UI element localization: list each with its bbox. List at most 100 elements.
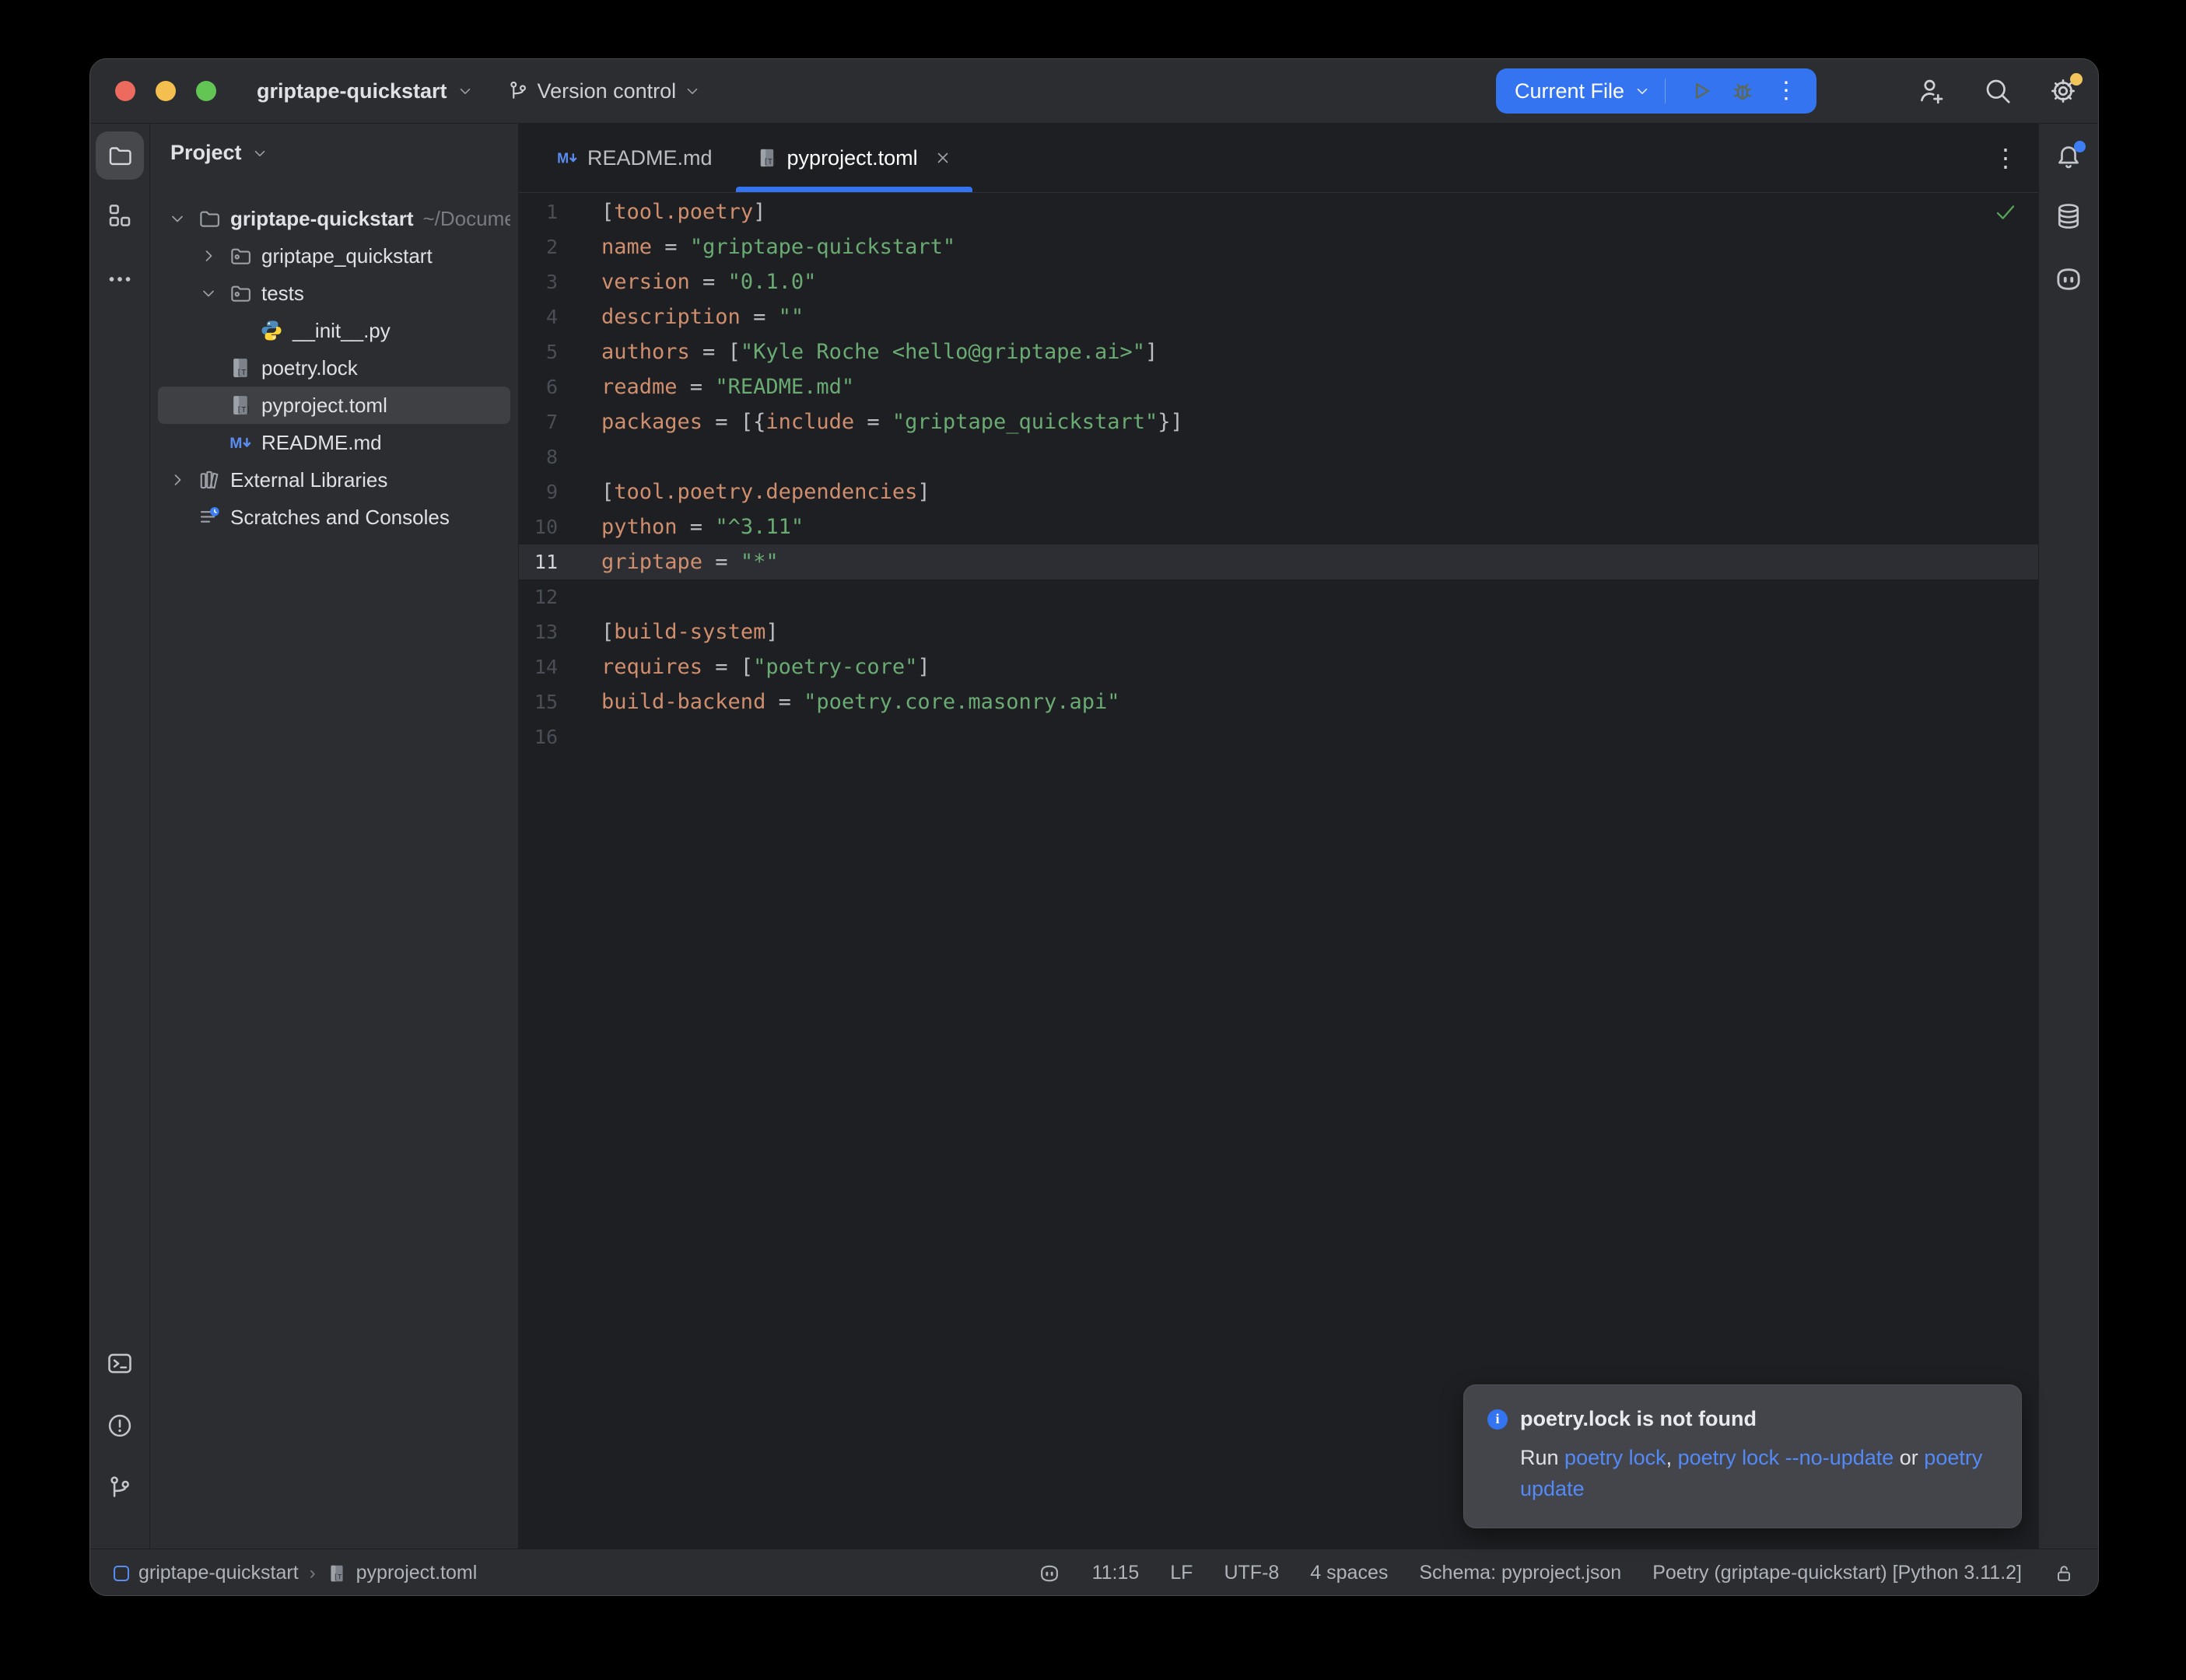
- copilot-status-icon[interactable]: [1038, 1562, 1061, 1585]
- terminal-icon[interactable]: [106, 1349, 134, 1377]
- toml-icon: [T]: [229, 356, 252, 380]
- database-icon[interactable]: [2054, 201, 2083, 231]
- more-run-options-icon[interactable]: ⋮: [1774, 79, 1798, 103]
- svg-text:[T]: [T]: [236, 369, 250, 377]
- tab-pyproject-toml[interactable]: [T] pyproject.toml: [734, 124, 974, 192]
- svg-text:[T]: [T]: [236, 406, 250, 415]
- titlebar-icons: [1918, 76, 2078, 106]
- code-line-10[interactable]: 10 python = "^3.11": [519, 509, 2038, 544]
- left-tool-strip: [90, 124, 150, 1549]
- add-user-icon[interactable]: [1918, 76, 1947, 106]
- notifications-bell-icon[interactable]: [2054, 142, 2083, 172]
- code-line-3[interactable]: 3 version = "0.1.0": [519, 264, 2038, 299]
- code-line-14[interactable]: 14 requires = ["poetry-core"]: [519, 649, 2038, 684]
- run-widget: Current File ⋮: [1496, 68, 1816, 114]
- tree-item-readme-md[interactable]: M README.md: [158, 424, 510, 461]
- chevron-down-icon: [684, 82, 701, 100]
- notification-popup: i poetry.lock is not found Run poetry lo…: [1463, 1384, 2022, 1528]
- code-line-13[interactable]: 13 [build-system]: [519, 614, 2038, 649]
- project-tool-window-button[interactable]: [96, 131, 144, 180]
- code-line-6[interactable]: 6 readme = "README.md": [519, 369, 2038, 404]
- tree-item-label: README.md: [261, 431, 382, 455]
- close-tab-icon[interactable]: [934, 149, 952, 167]
- code-line-16[interactable]: 16: [519, 719, 2038, 754]
- notification-title: poetry.lock is not found: [1520, 1407, 1757, 1431]
- breadcrumb-file[interactable]: pyproject.toml: [356, 1562, 478, 1584]
- ext-lib-icon: [198, 468, 221, 492]
- project-panel-header[interactable]: Project: [170, 141, 268, 165]
- git-branch-icon[interactable]: [106, 1474, 134, 1502]
- info-icon: i: [1487, 1409, 1508, 1430]
- settings-badge: [2070, 73, 2083, 86]
- unlock-icon[interactable]: [2053, 1563, 2075, 1584]
- tree-item-init-py[interactable]: __init__.py: [158, 312, 510, 349]
- folder-icon: [198, 207, 221, 230]
- project-panel-title: Project: [170, 141, 242, 165]
- line-number: 8: [519, 446, 567, 468]
- line-number: 15: [519, 691, 567, 713]
- code-line-4[interactable]: 4 description = "": [519, 299, 2038, 334]
- tree-item-griptape-quickstart[interactable]: griptape-quickstart ~/Docume: [158, 200, 510, 237]
- copilot-icon[interactable]: [2053, 264, 2084, 295]
- close-window-button[interactable]: [115, 81, 135, 101]
- settings-gear-icon[interactable]: [2048, 76, 2078, 106]
- main-area: Project griptape-quickstart ~/Docume gri…: [90, 124, 2098, 1549]
- toml-icon: [T]: [229, 394, 252, 417]
- line-number: 12: [519, 586, 567, 608]
- tree-item-tests[interactable]: tests: [158, 275, 510, 312]
- tree-item-label: Scratches and Consoles: [230, 506, 450, 530]
- code-line-12[interactable]: 12: [519, 579, 2038, 614]
- status-item-utf-8[interactable]: UTF-8: [1224, 1562, 1279, 1584]
- breadcrumb-project[interactable]: griptape-quickstart: [138, 1562, 299, 1584]
- titlebar: griptape-quickstart Version control Curr…: [90, 59, 2098, 124]
- code-line-11[interactable]: 11 griptape = "*": [519, 544, 2038, 579]
- notification-link-poetry-lock-no-update[interactable]: poetry lock --no-update: [1678, 1446, 1894, 1469]
- chevron-down-icon[interactable]: [168, 209, 187, 228]
- tree-item-pyproject-toml[interactable]: [T] pyproject.toml: [158, 387, 510, 424]
- vcs-widget[interactable]: Version control: [506, 79, 702, 103]
- code-line-8[interactable]: 8: [519, 439, 2038, 474]
- tree-item-scratches-and-consoles[interactable]: Scratches and Consoles: [158, 499, 510, 536]
- code-line-7[interactable]: 7 packages = [{include = "griptape_quick…: [519, 404, 2038, 439]
- markdown-icon: M: [556, 147, 578, 169]
- status-item-schema-pyproject-json[interactable]: Schema: pyproject.json: [1419, 1562, 1621, 1584]
- right-tool-strip: [2038, 124, 2098, 1549]
- status-item-11-15[interactable]: 11:15: [1092, 1562, 1140, 1584]
- tree-item-griptape-quickstart[interactable]: griptape_quickstart: [158, 237, 510, 275]
- tab-options-kebab-icon[interactable]: ⋮: [1993, 145, 2018, 170]
- line-number: 9: [519, 481, 567, 503]
- git-branch-icon: [506, 79, 530, 103]
- code-line-15[interactable]: 15 build-backend = "poetry.core.masonry.…: [519, 684, 2038, 719]
- tree-item-label: External Libraries: [230, 468, 387, 492]
- code-line-2[interactable]: 2 name = "griptape-quickstart": [519, 229, 2038, 264]
- tab-readme-md[interactable]: M README.md: [534, 124, 734, 192]
- folder-dot-icon: [229, 282, 252, 305]
- notification-link-poetry-lock[interactable]: poetry lock: [1564, 1446, 1666, 1469]
- project-switcher[interactable]: griptape-quickstart: [257, 79, 474, 103]
- svg-text:[T]: [T]: [763, 158, 776, 166]
- line-number: 3: [519, 271, 567, 293]
- problems-icon[interactable]: [106, 1412, 134, 1440]
- run-configuration-selector[interactable]: Current File: [1515, 79, 1651, 103]
- chevron-down-icon: [457, 82, 474, 100]
- tree-item-external-libraries[interactable]: External Libraries: [158, 461, 510, 499]
- status-item-lf[interactable]: LF: [1170, 1562, 1193, 1584]
- search-icon[interactable]: [1983, 76, 2013, 106]
- debug-icon[interactable]: [1729, 78, 1756, 104]
- run-icon[interactable]: [1687, 78, 1714, 104]
- inspection-ok-check-icon[interactable]: [1993, 199, 2018, 224]
- more-tools-icon[interactable]: [106, 265, 134, 293]
- code-line-1[interactable]: 1 [tool.poetry]: [519, 194, 2038, 229]
- code-line-9[interactable]: 9 [tool.poetry.dependencies]: [519, 474, 2038, 509]
- maximize-window-button[interactable]: [196, 81, 216, 101]
- status-item-4-spaces[interactable]: 4 spaces: [1310, 1562, 1388, 1584]
- status-item-poetry-griptape-quickstart-python-3-11-2[interactable]: Poetry (griptape-quickstart) [Python 3.1…: [1652, 1562, 2022, 1584]
- tree-item-poetry-lock[interactable]: [T] poetry.lock: [158, 349, 510, 387]
- chevron-right-icon[interactable]: [199, 247, 218, 265]
- code-line-5[interactable]: 5 authors = ["Kyle Roche <hello@griptape…: [519, 334, 2038, 369]
- code-editor[interactable]: 1 [tool.poetry] 2 name = "griptape-quick…: [519, 193, 2038, 1549]
- structure-tool-icon[interactable]: [106, 201, 134, 229]
- chevron-right-icon[interactable]: [168, 471, 187, 489]
- chevron-down-icon[interactable]: [199, 284, 218, 303]
- minimize-window-button[interactable]: [156, 81, 176, 101]
